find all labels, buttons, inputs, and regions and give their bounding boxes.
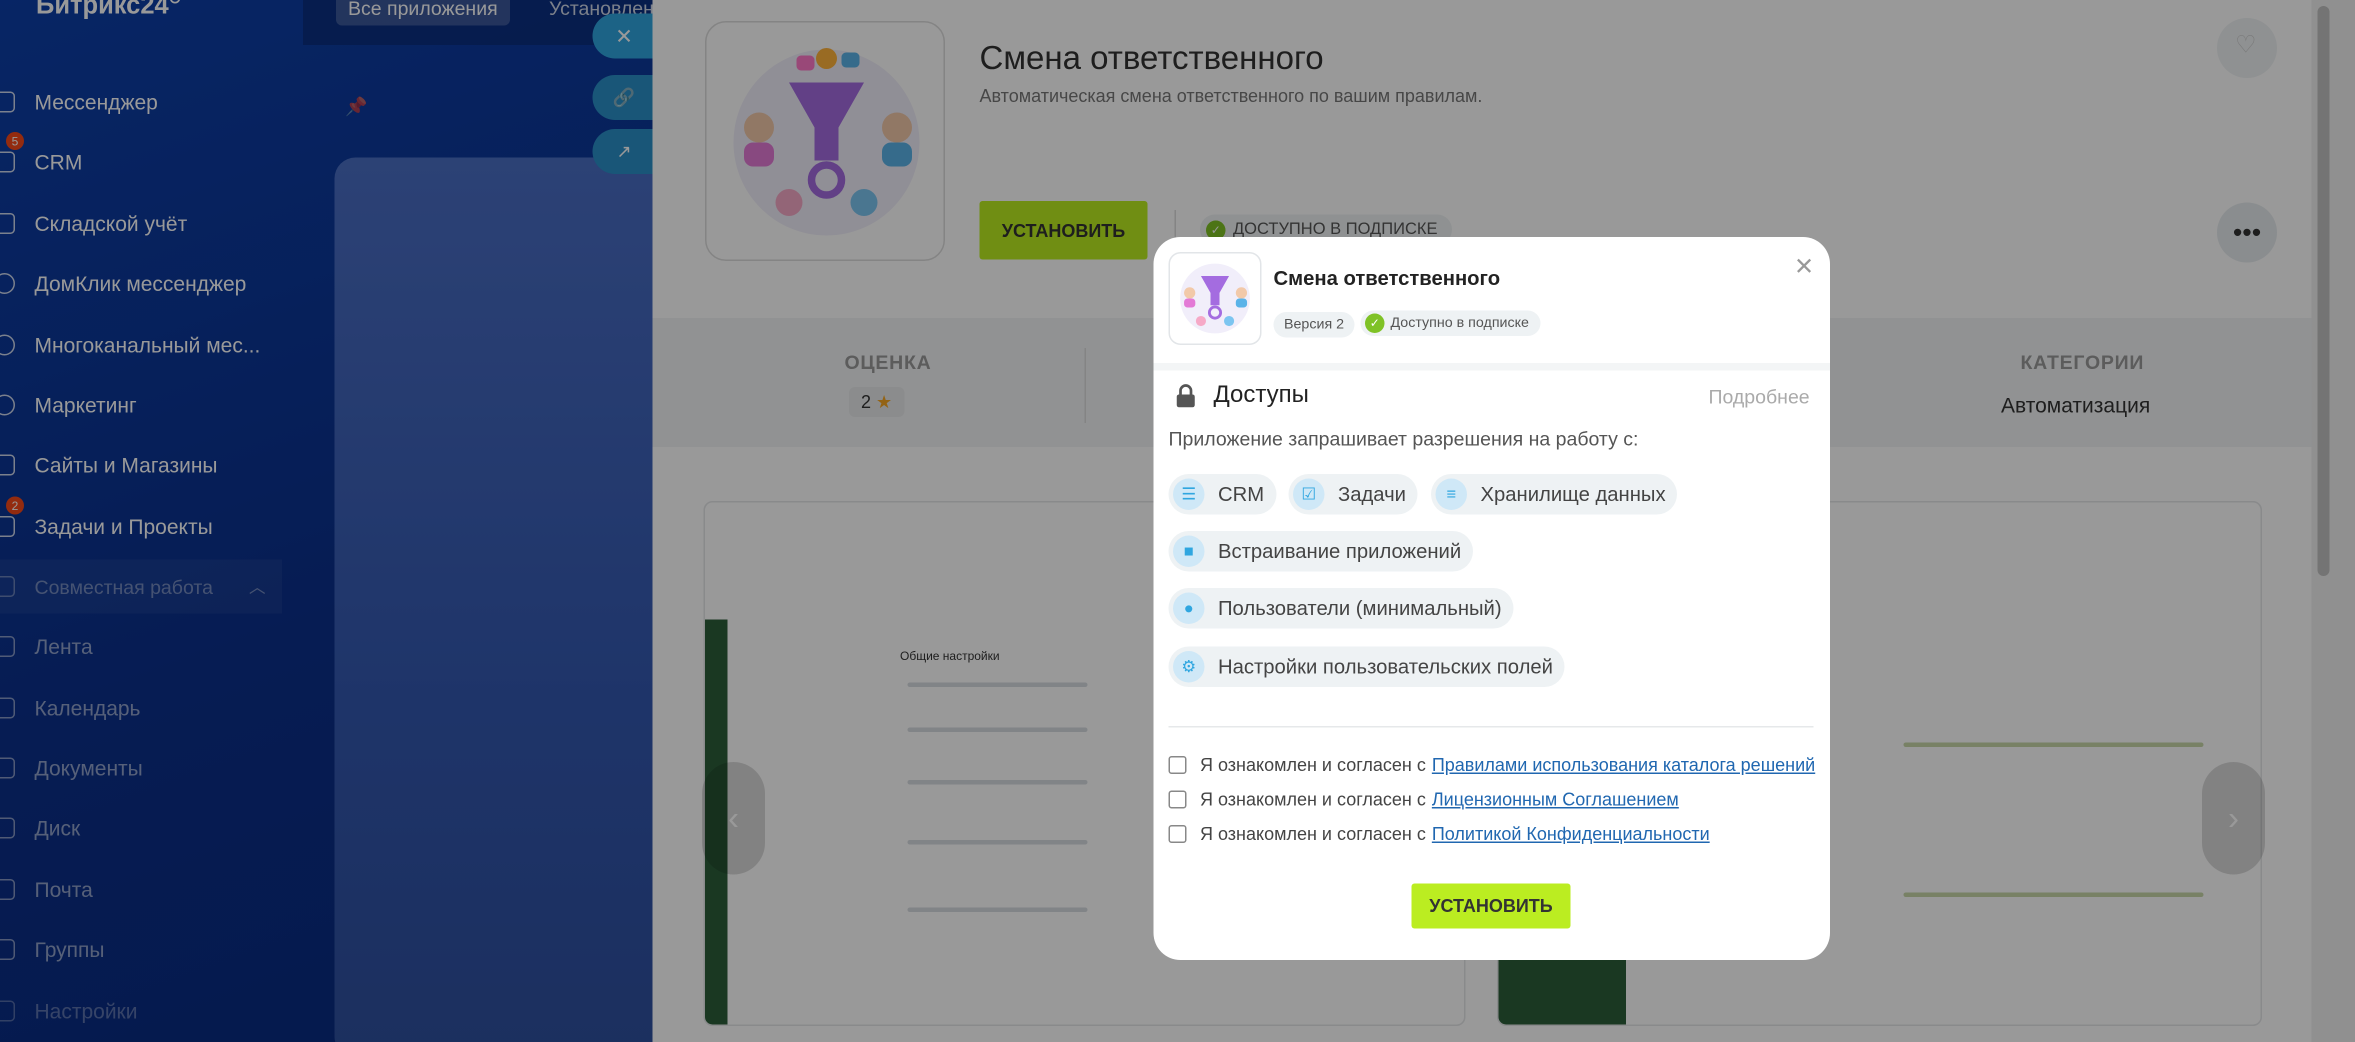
version-badge: Версия 2 <box>1273 312 1355 338</box>
request-text: Приложение запрашивает разрешения на раб… <box>1168 427 1639 451</box>
modal-app-icon <box>1168 252 1262 345</box>
permission-tasks: ☑ Задачи <box>1288 474 1418 515</box>
crm-icon: ☰ <box>1173 478 1205 510</box>
agreement-privacy: Я ознакомлен и согласен с Политикой Конфи… <box>1168 824 1710 845</box>
viewport: Битрикс24⊙ Мессенджер 5CRM Складской учё… <box>0 0 2355 1042</box>
user-icon: ● <box>1173 592 1205 624</box>
agreement-privacy-checkbox[interactable] <box>1168 825 1187 843</box>
agreement-rules: Я ознакомлен и согласен с Правилами испол… <box>1168 755 1815 776</box>
privacy-link[interactable]: Политикой Конфиденциальности <box>1432 824 1710 845</box>
check-icon: ✓ <box>1365 313 1385 333</box>
agreement-license: Я ознакомлен и согласен с Лицензионным Со… <box>1168 789 1679 810</box>
modal-title: Смена ответственного <box>1273 267 1501 290</box>
access-heading: Доступы <box>1213 382 1309 409</box>
permission-users: ● Пользователи (минимальный) <box>1168 588 1514 629</box>
permission-user-fields: ⚙ Настройки пользовательских полей <box>1168 646 1565 687</box>
modal-separator <box>1153 363 1830 371</box>
permission-crm: ☰ CRM <box>1168 474 1277 515</box>
more-details-link[interactable]: Подробнее <box>1709 386 1810 409</box>
close-icon: ✕ <box>1794 255 1815 281</box>
agreement-license-checkbox[interactable] <box>1168 790 1187 809</box>
rules-link[interactable]: Правилами использования каталога решений <box>1432 755 1815 776</box>
tasks-icon: ☑ <box>1293 478 1325 510</box>
license-link[interactable]: Лицензионным Соглашением <box>1432 789 1679 810</box>
subscription-badge: ✓ Доступно в подписке <box>1360 310 1541 336</box>
cube-icon: ■ <box>1173 535 1205 567</box>
modal-divider <box>1168 726 1814 728</box>
install-modal: Смена ответственного Версия 2 ✓ Доступно … <box>1153 237 1830 960</box>
user-settings-icon: ⚙ <box>1173 651 1205 683</box>
modal-install-button[interactable]: УСТАНОВИТЬ <box>1411 883 1571 929</box>
storage-icon: ≡ <box>1435 478 1467 510</box>
permission-embedding: ■ Встраивание приложений <box>1168 531 1474 572</box>
lock-icon <box>1176 384 1196 408</box>
agreement-rules-checkbox[interactable] <box>1168 756 1187 774</box>
permission-storage: ≡ Хранилище данных <box>1431 474 1678 515</box>
modal-close-button[interactable]: ✕ <box>1794 252 1814 282</box>
